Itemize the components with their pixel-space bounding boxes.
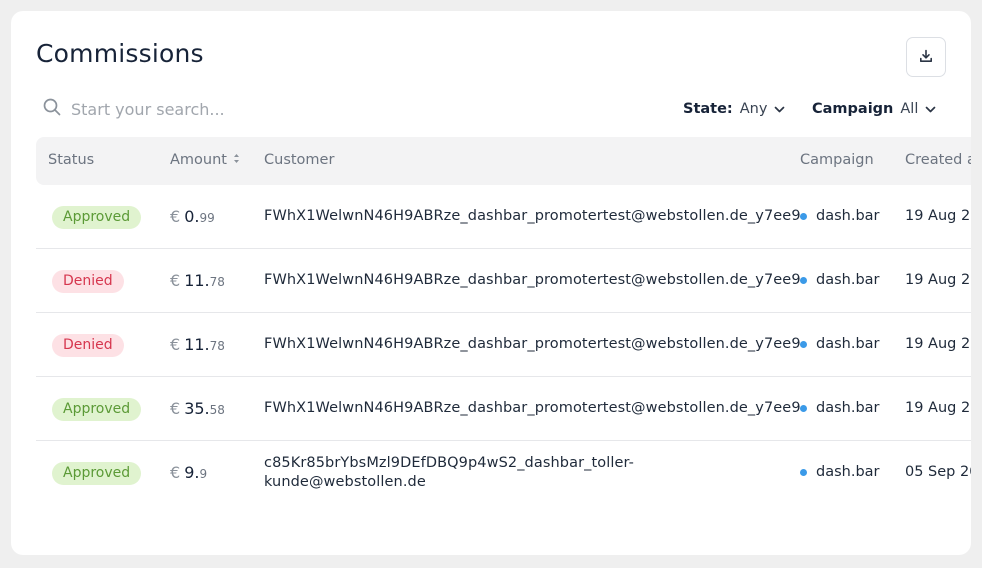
amount-whole: 11.	[184, 335, 210, 354]
campaign-filter-label: Campaign	[812, 101, 894, 117]
currency-symbol: €	[170, 335, 181, 354]
chevron-down-icon	[925, 101, 936, 117]
customer-cell: FWhX1WelwnN46H9ABRze_dashbar_promotertes…	[264, 400, 801, 416]
search-bar	[42, 95, 402, 123]
amount-whole: 11.	[184, 271, 210, 290]
campaign-dot-icon	[800, 404, 807, 412]
chevron-down-icon	[774, 101, 785, 117]
amount-whole: 9.	[184, 463, 200, 482]
amount-cents: 78	[209, 275, 225, 289]
table-row[interactable]: Denied €11.78 FWhX1WelwnN46H9ABRze_dashbar…	[36, 249, 971, 313]
status-badge: Approved	[52, 206, 142, 229]
status-badge: Approved	[52, 462, 142, 485]
status-badge: Denied	[52, 334, 124, 357]
campaign-dot-icon	[800, 340, 807, 348]
amount-whole: 35.	[184, 399, 210, 418]
created-cell: 19 Aug 2024	[905, 336, 971, 352]
page-title: Commissions	[36, 39, 204, 68]
created-cell: 05 Sep 2024	[905, 464, 971, 480]
customer-cell: FWhX1WelwnN46H9ABRze_dashbar_promotertes…	[264, 336, 801, 352]
currency-symbol: €	[170, 271, 181, 290]
customer-cell: FWhX1WelwnN46H9ABRze_dashbar_promotertes…	[264, 208, 801, 224]
search-input[interactable]	[71, 99, 391, 119]
sort-icon[interactable]	[233, 152, 240, 168]
created-cell: 19 Aug 2024	[905, 208, 971, 224]
status-badge: Denied	[52, 270, 124, 293]
campaign-name: dash.bar	[816, 400, 880, 416]
amount-cell: €11.78	[170, 335, 225, 354]
state-filter[interactable]: State: Any	[683, 97, 785, 121]
amount-cell: €11.78	[170, 271, 225, 290]
download-button[interactable]	[906, 37, 946, 77]
amount-cents: 78	[209, 339, 225, 353]
currency-symbol: €	[170, 399, 181, 418]
campaign-dot-icon	[800, 468, 807, 476]
amount-cell: €35.58	[170, 399, 225, 418]
campaign-cell: dash.bar	[800, 272, 880, 288]
campaign-dot-icon	[800, 212, 807, 220]
campaign-dot-icon	[800, 276, 807, 284]
amount-cents: 58	[209, 403, 225, 417]
created-cell: 19 Aug 2024	[905, 400, 971, 416]
amount-cell: €0.99	[170, 207, 215, 226]
state-filter-value: Any	[739, 101, 768, 117]
amount-cents: 9	[199, 467, 208, 481]
table-row[interactable]: Approved €0.99 FWhX1WelwnN46H9ABRze_dashba…	[36, 185, 971, 249]
column-header-amount-label: Amount	[170, 152, 227, 168]
state-filter-label: State:	[683, 101, 733, 117]
search-icon	[42, 97, 62, 121]
campaign-name: dash.bar	[816, 464, 880, 480]
table-header: Status Amount Customer Campaign Created …	[36, 137, 971, 185]
column-header-customer: Customer	[264, 152, 335, 168]
campaign-name: dash.bar	[816, 336, 880, 352]
commissions-card: Commissions State: Any Campaign All Stat…	[11, 11, 971, 555]
currency-symbol: €	[170, 463, 181, 482]
created-cell: 19 Aug 2024	[905, 272, 971, 288]
campaign-cell: dash.bar	[800, 208, 880, 224]
column-header-created: Created at	[905, 152, 971, 168]
currency-symbol: €	[170, 207, 181, 226]
status-badge: Approved	[52, 398, 142, 421]
campaign-cell: dash.bar	[800, 464, 880, 480]
customer-cell: FWhX1WelwnN46H9ABRze_dashbar_promotertes…	[264, 272, 801, 288]
campaign-filter[interactable]: Campaign All	[812, 97, 936, 121]
column-header-campaign: Campaign	[800, 152, 874, 168]
amount-cell: €9.9	[170, 463, 207, 482]
campaign-name: dash.bar	[816, 272, 880, 288]
customer-cell: c85Kr85brYbsMzl9DEfDBQ9p4wS2_dashbar_tol…	[264, 455, 634, 490]
table-row[interactable]: Approved €9.9 c85Kr85brYbsMzl9DEfDBQ9p4wS2…	[36, 441, 971, 505]
campaign-name: dash.bar	[816, 208, 880, 224]
column-header-status: Status	[48, 152, 95, 168]
column-header-amount[interactable]: Amount	[170, 152, 240, 168]
campaign-filter-value: All	[900, 101, 919, 117]
amount-cents: 99	[199, 211, 215, 225]
table-row[interactable]: Approved €35.58 FWhX1WelwnN46H9ABRze_dashb…	[36, 377, 971, 441]
amount-whole: 0.	[184, 207, 200, 226]
download-icon	[919, 49, 933, 66]
table-row[interactable]: Denied €11.78 FWhX1WelwnN46H9ABRze_dashbar…	[36, 313, 971, 377]
campaign-cell: dash.bar	[800, 400, 880, 416]
campaign-cell: dash.bar	[800, 336, 880, 352]
